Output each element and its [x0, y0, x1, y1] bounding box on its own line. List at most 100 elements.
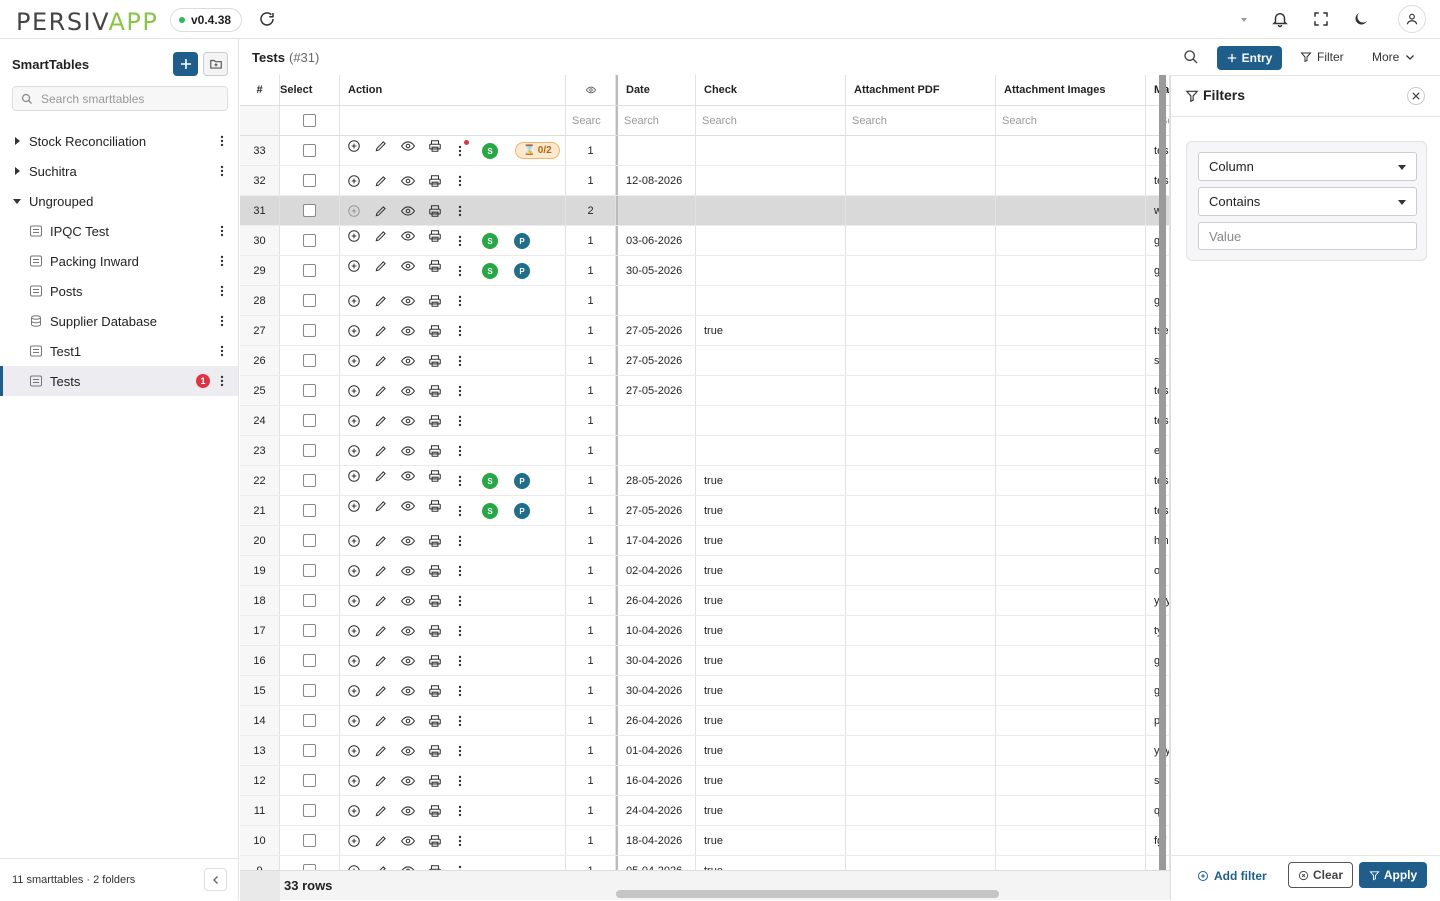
- edit-icon[interactable]: [374, 174, 388, 188]
- edit-icon[interactable]: [374, 204, 388, 218]
- print-icon[interactable]: [428, 714, 442, 728]
- column-header-eye[interactable]: [566, 75, 616, 105]
- kebab-icon[interactable]: [456, 234, 464, 248]
- sidebar-folder-stock-reconciliation[interactable]: Stock Reconciliation: [0, 126, 238, 156]
- add-icon[interactable]: [347, 324, 361, 338]
- add-icon[interactable]: [347, 654, 361, 668]
- column-header-number[interactable]: #: [240, 75, 280, 105]
- view-icon[interactable]: [401, 744, 415, 758]
- table-row[interactable]: 30SP103-06-2026gh: [240, 226, 1170, 256]
- status-p-badge[interactable]: P: [514, 473, 530, 489]
- table-row[interactable]: 17110-04-2026truetyt: [240, 616, 1170, 646]
- kebab-icon[interactable]: [456, 144, 464, 158]
- vertical-scrollbar[interactable]: [1159, 75, 1166, 870]
- sidebar-item-test1[interactable]: Test1: [0, 336, 238, 366]
- kebab-icon[interactable]: [456, 654, 464, 668]
- approval-progress-badge[interactable]: ⌛0/2: [515, 142, 560, 159]
- print-icon[interactable]: [428, 564, 442, 578]
- add-icon[interactable]: [347, 499, 361, 513]
- kebab-icon[interactable]: [456, 774, 464, 788]
- add-icon[interactable]: [347, 804, 361, 818]
- kebab-icon[interactable]: [456, 414, 464, 428]
- table-row[interactable]: 18126-04-2026trueyhy: [240, 586, 1170, 616]
- edit-icon[interactable]: [374, 294, 388, 308]
- view-icon[interactable]: [401, 624, 415, 638]
- filter-button[interactable]: Filter: [1300, 50, 1344, 64]
- column-select[interactable]: Column: [1198, 152, 1417, 181]
- view-icon[interactable]: [401, 444, 415, 458]
- add-filter-button[interactable]: Add filter: [1197, 869, 1267, 883]
- add-entry-button[interactable]: Entry: [1217, 46, 1282, 70]
- print-icon[interactable]: [428, 444, 442, 458]
- table-row[interactable]: 12116-04-2026truess: [240, 766, 1170, 796]
- filter-value-input[interactable]: [1199, 223, 1416, 249]
- table-row[interactable]: 281gh: [240, 286, 1170, 316]
- print-icon[interactable]: [428, 744, 442, 758]
- status-s-badge[interactable]: S: [482, 143, 498, 159]
- print-icon[interactable]: [428, 804, 442, 818]
- add-icon[interactable]: [347, 469, 361, 483]
- table-row[interactable]: 29SP130-05-2026gh: [240, 256, 1170, 286]
- edit-icon[interactable]: [374, 684, 388, 698]
- row-checkbox[interactable]: [303, 144, 316, 157]
- print-icon[interactable]: [428, 499, 442, 513]
- refresh-icon[interactable]: [258, 10, 276, 28]
- sidebar-search[interactable]: [12, 86, 228, 111]
- kebab-icon[interactable]: [456, 474, 464, 488]
- column-header-check[interactable]: Check: [696, 75, 846, 105]
- row-checkbox[interactable]: [303, 474, 316, 487]
- row-checkbox[interactable]: [303, 774, 316, 787]
- kebab-icon[interactable]: [456, 624, 464, 638]
- kebab-icon[interactable]: [456, 204, 464, 218]
- view-icon[interactable]: [401, 654, 415, 668]
- add-icon[interactable]: [347, 834, 361, 848]
- add-icon[interactable]: [347, 534, 361, 548]
- add-icon[interactable]: [347, 139, 361, 153]
- add-smarttable-button[interactable]: [173, 52, 198, 76]
- edit-icon[interactable]: [374, 384, 388, 398]
- app-logo[interactable]: PERSIVAPP: [16, 8, 158, 36]
- edit-icon[interactable]: [374, 139, 388, 153]
- print-icon[interactable]: [428, 469, 442, 483]
- print-icon[interactable]: [428, 624, 442, 638]
- row-checkbox[interactable]: [303, 804, 316, 817]
- eye-search-input[interactable]: [566, 106, 615, 135]
- edit-icon[interactable]: [374, 259, 388, 273]
- add-icon[interactable]: [347, 684, 361, 698]
- row-checkbox[interactable]: [303, 204, 316, 217]
- row-checkbox[interactable]: [303, 654, 316, 667]
- column-header-action[interactable]: Action: [340, 75, 566, 105]
- view-icon[interactable]: [401, 259, 415, 273]
- row-checkbox[interactable]: [303, 354, 316, 367]
- bell-icon[interactable]: [1271, 10, 1289, 28]
- add-icon[interactable]: [347, 414, 361, 428]
- row-checkbox[interactable]: [303, 834, 316, 847]
- view-icon[interactable]: [401, 774, 415, 788]
- table-row[interactable]: 14126-04-2026truepp: [240, 706, 1170, 736]
- status-p-badge[interactable]: P: [514, 503, 530, 519]
- user-avatar-icon[interactable]: [1398, 5, 1426, 33]
- column-header-select[interactable]: Select: [280, 75, 340, 105]
- add-icon[interactable]: [347, 384, 361, 398]
- kebab-icon[interactable]: [456, 504, 464, 518]
- column-header-attachment-pdf[interactable]: Attachment PDF: [846, 75, 996, 105]
- print-icon[interactable]: [428, 294, 442, 308]
- table-row[interactable]: 13101-04-2026trueyyy: [240, 736, 1170, 766]
- add-icon[interactable]: [347, 259, 361, 273]
- table-row[interactable]: 231ee: [240, 436, 1170, 466]
- kebab-icon[interactable]: [456, 294, 464, 308]
- view-icon[interactable]: [401, 684, 415, 698]
- row-checkbox[interactable]: [303, 174, 316, 187]
- images-search-input[interactable]: [996, 106, 1145, 135]
- sidebar-item-ipqc-test[interactable]: IPQC Test: [0, 216, 238, 246]
- row-checkbox[interactable]: [303, 324, 316, 337]
- view-icon[interactable]: [401, 174, 415, 188]
- row-checkbox[interactable]: [303, 534, 316, 547]
- kebab-icon[interactable]: [456, 804, 464, 818]
- date-search-input[interactable]: [618, 106, 695, 135]
- check-search-input[interactable]: [696, 106, 845, 135]
- kebab-icon[interactable]: [456, 594, 464, 608]
- view-icon[interactable]: [401, 139, 415, 153]
- select-all-checkbox[interactable]: [303, 114, 316, 127]
- row-checkbox[interactable]: [303, 234, 316, 247]
